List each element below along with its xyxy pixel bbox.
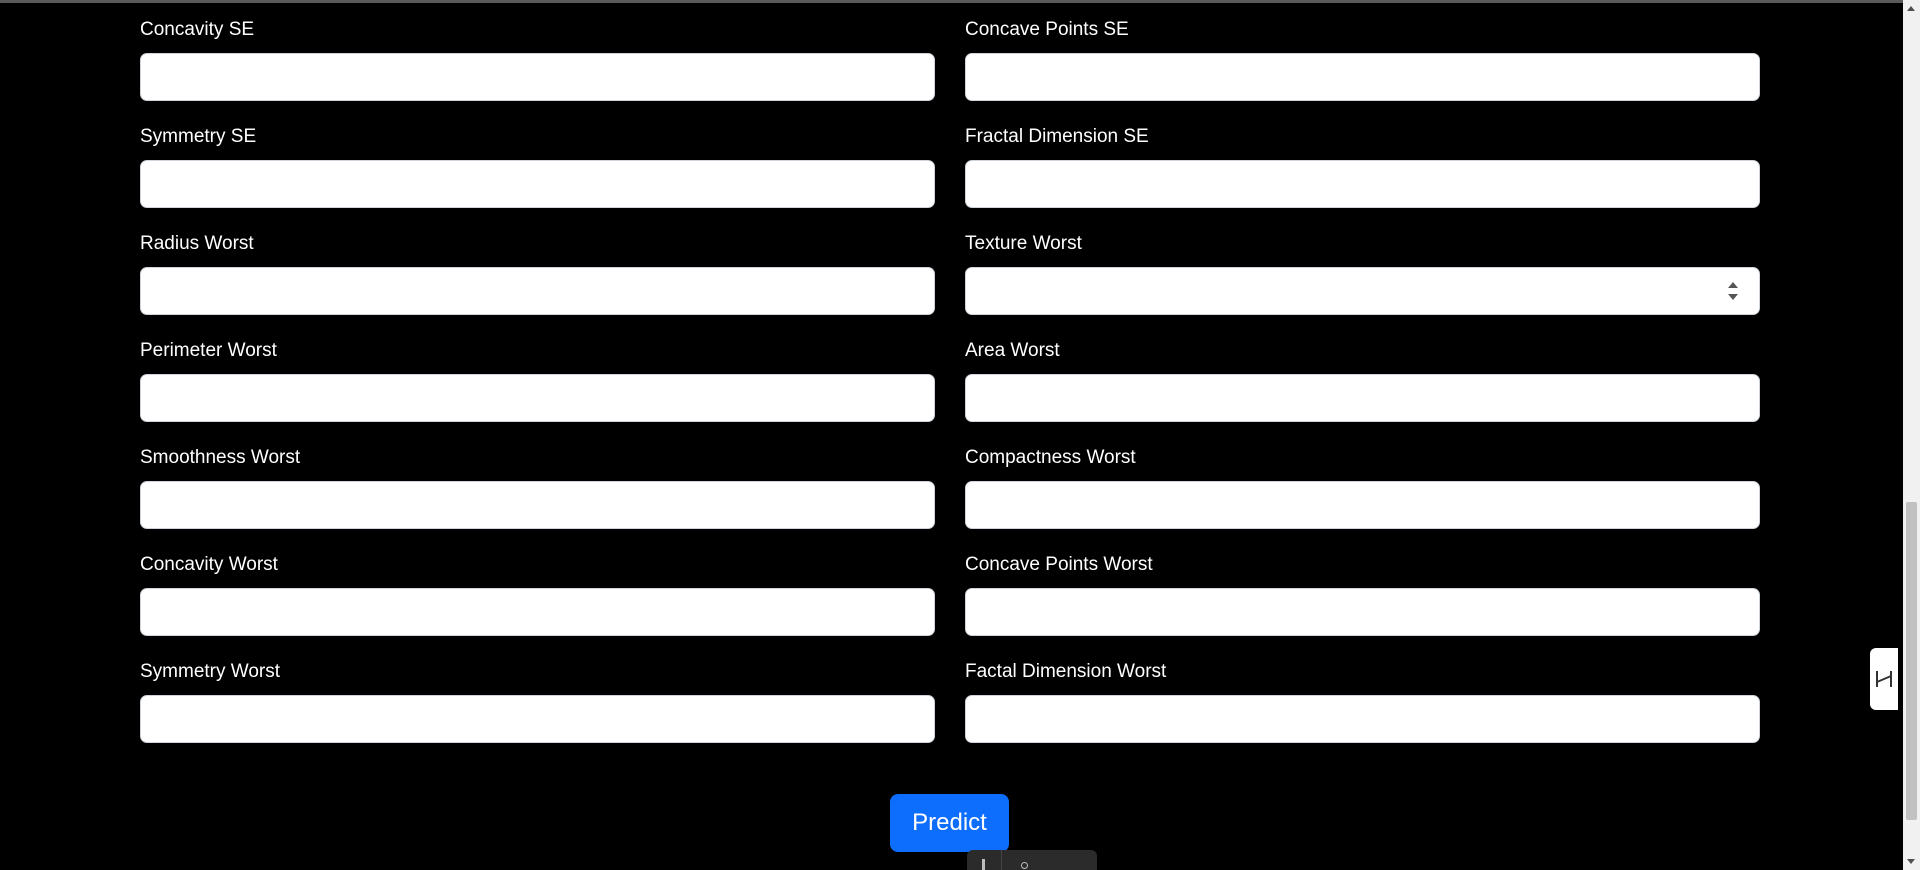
toolbar-handle-icon[interactable]: [967, 850, 1002, 870]
fractal-dimension-worst-input[interactable]: [965, 695, 1760, 743]
form-row: Perimeter Worst Area Worst: [140, 321, 1761, 428]
perimeter-worst-input[interactable]: [140, 374, 935, 422]
predict-button[interactable]: Predict: [890, 794, 1009, 852]
field-label: Perimeter Worst: [140, 340, 277, 361]
symmetry-se-input[interactable]: [140, 160, 935, 208]
smoothness-worst-input[interactable]: [140, 481, 935, 529]
form-row: Symmetry SE Fractal Dimension SE: [140, 107, 1761, 214]
field-label: Concavity SE: [140, 19, 255, 40]
scroll-up-arrow-icon[interactable]: [1907, 6, 1915, 11]
field-label: Factal Dimension Worst: [965, 661, 1167, 682]
field-label: Compactness Worst: [965, 447, 1136, 468]
scrollbar-thumb[interactable]: [1906, 502, 1917, 820]
field-label: Texture Worst: [965, 233, 1082, 254]
field-label: Radius Worst: [140, 233, 254, 254]
form-row: Concavity SE Concave Points SE: [140, 0, 1761, 107]
form-row: Radius Worst Texture Worst: [140, 214, 1761, 321]
field-label: Area Worst: [965, 340, 1060, 361]
field-label: Symmetry Worst: [140, 661, 281, 682]
number-spinner-icon[interactable]: [1726, 276, 1740, 306]
radius-worst-input[interactable]: [140, 267, 935, 315]
concave-points-se-input[interactable]: [965, 53, 1760, 101]
form-row: Concavity Worst Concave Points Worst: [140, 535, 1761, 642]
form-row: Smoothness Worst Compactness Worst: [140, 428, 1761, 535]
spin-up-icon[interactable]: [1728, 282, 1738, 288]
field-label: Concavity Worst: [140, 554, 278, 575]
field-label: Symmetry SE: [140, 126, 257, 147]
field-label: Concave Points SE: [965, 19, 1129, 40]
concavity-worst-input[interactable]: [140, 588, 935, 636]
field-label: Concave Points Worst: [965, 554, 1153, 575]
concavity-se-input[interactable]: [140, 53, 935, 101]
field-label: Fractal Dimension SE: [965, 126, 1149, 147]
toolbar-circle-icon[interactable]: [1021, 862, 1028, 869]
floating-toolbar[interactable]: [967, 850, 1097, 870]
form-row: Symmetry Worst Factal Dimension Worst: [140, 642, 1761, 749]
vertical-scrollbar[interactable]: [1903, 0, 1920, 870]
scroll-down-arrow-icon[interactable]: [1907, 859, 1915, 864]
area-worst-input[interactable]: [965, 374, 1760, 422]
fractal-dimension-se-input[interactable]: [965, 160, 1760, 208]
spin-down-icon[interactable]: [1728, 294, 1738, 300]
texture-worst-input[interactable]: [965, 267, 1760, 315]
symmetry-worst-input[interactable]: [140, 695, 935, 743]
sidebar-toggle-tab[interactable]: [1870, 648, 1898, 710]
concave-points-worst-input[interactable]: [965, 588, 1760, 636]
compactness-worst-input[interactable]: [965, 481, 1760, 529]
field-label: Smoothness Worst: [140, 447, 301, 468]
sidebar-toggle-icon: [1876, 671, 1892, 687]
